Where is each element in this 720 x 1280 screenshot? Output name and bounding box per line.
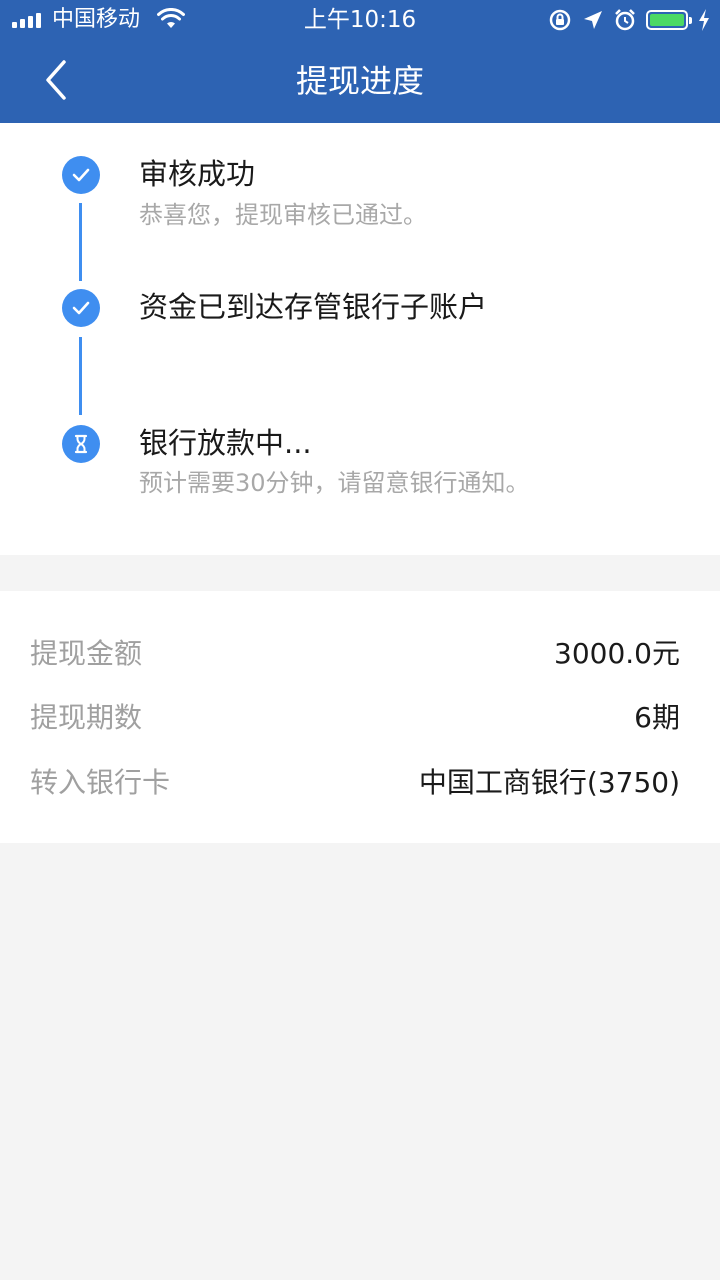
step-description: 预计需要30分钟，请留意银行通知。 (139, 469, 530, 497)
timeline-connector (79, 203, 82, 281)
timeline-connector (79, 337, 82, 415)
progress-timeline: 审核成功 恭喜您，提现审核已通过。 资金已到达存管银行子账户 银行放款中... … (0, 123, 720, 555)
check-icon (62, 289, 100, 327)
detail-row-bank-card: 转入银行卡 中国工商银行(3750) (0, 763, 720, 803)
location-arrow-icon (584, 11, 602, 29)
detail-value: 6期 (634, 701, 680, 734)
detail-label: 转入银行卡 (30, 766, 171, 799)
navigation-bar: 提现进度 (0, 40, 720, 123)
check-icon (62, 156, 100, 194)
step-title: 资金已到达存管银行子账户 (139, 290, 488, 324)
step-description: 恭喜您，提现审核已通过。 (139, 201, 427, 229)
detail-label: 提现期数 (30, 701, 143, 734)
status-bar: 中国移动 上午10:16 (0, 0, 720, 40)
page-title: 提现进度 (295, 62, 424, 100)
battery-icon (646, 10, 692, 30)
withdrawal-details: 提现金额 3000.0元 提现期数 6期 转入银行卡 中国工商银行(3750) (0, 591, 720, 843)
orientation-lock-icon (549, 9, 571, 31)
step-title: 银行放款中... (139, 426, 312, 460)
status-icons (548, 8, 710, 32)
app-header: 中国移动 上午10:16 提现进度 (0, 0, 720, 123)
step-title: 审核成功 (139, 157, 256, 191)
detail-value: 中国工商银行(3750) (418, 766, 680, 799)
alarm-clock-icon (615, 9, 635, 31)
charging-bolt-icon (699, 9, 709, 31)
battery-level (650, 14, 684, 26)
detail-row-amount: 提现金额 3000.0元 (0, 634, 720, 674)
detail-value: 3000.0元 (554, 637, 680, 670)
hourglass-icon (62, 425, 100, 463)
detail-row-installments: 提现期数 6期 (0, 698, 720, 738)
detail-label: 提现金额 (30, 637, 143, 670)
